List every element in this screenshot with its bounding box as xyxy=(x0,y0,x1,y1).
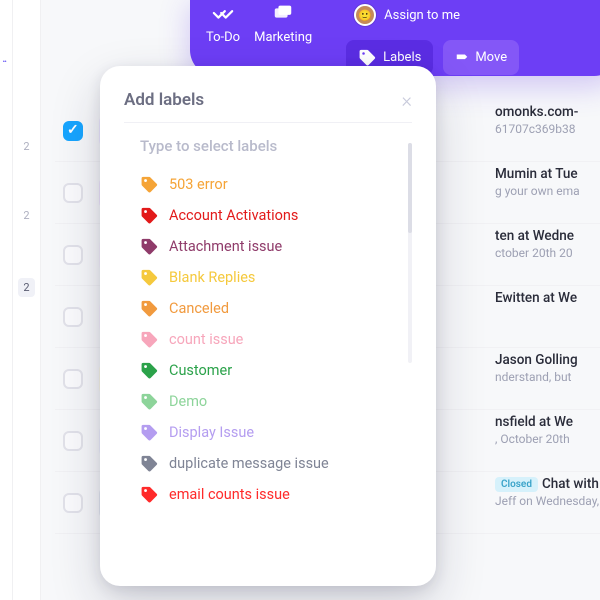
row-line1: Jason Golling xyxy=(495,352,600,368)
toolbar-todo[interactable]: To-Do xyxy=(206,2,240,45)
row-checkbox[interactable] xyxy=(63,493,83,513)
row-line2: nderstand, but xyxy=(495,370,600,384)
close-icon[interactable]: × xyxy=(402,88,412,112)
assign-to-me[interactable]: 🙂 Assign to me xyxy=(346,0,519,30)
label-text: Attachment issue xyxy=(169,238,282,255)
popover-title: Add labels xyxy=(124,90,204,110)
move-icon xyxy=(455,51,469,65)
tag-icon xyxy=(140,175,159,194)
label-option[interactable]: email counts issue xyxy=(140,479,412,510)
row-checkbox[interactable] xyxy=(63,121,83,141)
label-text: Customer xyxy=(169,362,232,379)
label-text: count issue xyxy=(169,331,243,348)
counter-1[interactable]: 2 xyxy=(23,209,29,222)
row-checkbox[interactable] xyxy=(63,431,83,451)
label-list: 503 error Account Activations Attachment i… xyxy=(140,169,412,510)
label-text: Canceled xyxy=(169,300,229,317)
label-search-input[interactable]: Type to select labels xyxy=(140,137,412,155)
tag-icon xyxy=(140,206,159,225)
toolbar-marketing-label: Marketing xyxy=(254,30,312,45)
toolbar-todo-label: To-Do xyxy=(206,30,240,45)
tag-icon xyxy=(140,485,159,504)
tag-icon xyxy=(140,392,159,411)
tag-icon xyxy=(140,423,159,442)
row-line1: omonks.com- xyxy=(495,104,600,120)
left-counter-column: 2 2 2 xyxy=(13,0,41,600)
move-button[interactable]: Move xyxy=(443,40,519,75)
row-line1: nsfield at We xyxy=(495,414,600,430)
labels-popover: Add labels × Type to select labels 503 e… xyxy=(100,66,436,586)
folder-icon xyxy=(272,2,294,24)
tag-icon xyxy=(140,361,159,380)
todo-icon xyxy=(212,2,234,24)
tag-icon xyxy=(140,237,159,256)
label-option[interactable]: Display Issue xyxy=(140,417,412,448)
tag-icon xyxy=(358,48,377,67)
label-option[interactable]: Demo xyxy=(140,386,412,417)
label-option[interactable]: count issue xyxy=(140,324,412,355)
label-text: 503 error xyxy=(169,176,228,193)
row-line2: g your own ema xyxy=(495,184,600,198)
label-text: Demo xyxy=(169,393,207,410)
row-line1: ten at Wedne xyxy=(495,228,600,244)
label-option[interactable]: 503 error xyxy=(140,169,412,200)
row-checkbox[interactable] xyxy=(63,183,83,203)
tag-icon xyxy=(140,330,159,349)
label-option[interactable]: Blank Replies xyxy=(140,262,412,293)
tag-icon xyxy=(140,268,159,287)
assign-label: Assign to me xyxy=(384,8,460,23)
label-option[interactable]: Customer xyxy=(140,355,412,386)
row-line2: Jeff on Wednesday, October 20th 2021, xyxy=(495,494,600,508)
counter-0[interactable]: 2 xyxy=(23,140,29,153)
label-option[interactable]: Canceled xyxy=(140,293,412,324)
label-text: Account Activations xyxy=(169,207,298,224)
row-checkbox[interactable] xyxy=(63,307,83,327)
row-line1: Ewitten at We xyxy=(495,290,600,306)
label-text: duplicate message issue xyxy=(169,455,329,472)
label-option[interactable]: Account Activations xyxy=(140,200,412,231)
row-line1: ClosedChat with Jeff Wellemeyer a xyxy=(495,476,600,492)
action-toolbar: To-Do Marketing 🙂 Assign to me Labels Mo… xyxy=(190,0,600,76)
row-line2: , October 20th xyxy=(495,432,600,446)
row-line2: ctober 20th 20 xyxy=(495,246,600,260)
labels-button-label: Labels xyxy=(383,50,421,65)
app-leftedge: .. xyxy=(0,0,13,600)
ellipsis-icon: .. xyxy=(0,0,12,66)
label-option[interactable]: duplicate message issue xyxy=(140,448,412,479)
row-checkbox[interactable] xyxy=(63,369,83,389)
scrollbar-thumb[interactable] xyxy=(408,143,412,233)
move-button-label: Move xyxy=(475,50,507,65)
label-text: Display Issue xyxy=(169,424,254,441)
toolbar-marketing[interactable]: Marketing xyxy=(254,2,312,45)
avatar-icon: 🙂 xyxy=(354,4,376,26)
label-text: Blank Replies xyxy=(169,269,255,286)
tag-icon xyxy=(140,299,159,318)
row-checkbox[interactable] xyxy=(63,245,83,265)
counter-2[interactable]: 2 xyxy=(18,278,34,297)
row-line1: Mumin at Tue xyxy=(495,166,600,182)
status-badge: Closed xyxy=(495,477,538,492)
row-line2: 61707c369b38 xyxy=(495,122,600,136)
tag-icon xyxy=(140,454,159,473)
label-text: email counts issue xyxy=(169,486,290,503)
label-option[interactable]: Attachment issue xyxy=(140,231,412,262)
